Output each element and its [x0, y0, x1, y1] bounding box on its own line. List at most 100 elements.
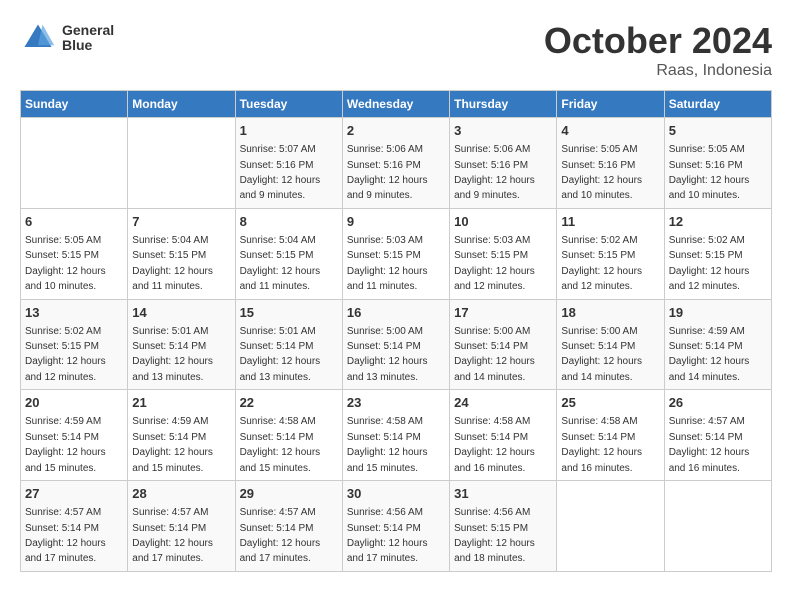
- day-number: 6: [25, 213, 123, 231]
- day-number: 10: [454, 213, 552, 231]
- header-row: SundayMondayTuesdayWednesdayThursdayFrid…: [21, 91, 772, 118]
- day-info: Sunrise: 5:02 AMSunset: 5:15 PMDaylight:…: [25, 326, 106, 383]
- day-info: Sunrise: 5:07 AMSunset: 5:16 PMDaylight:…: [240, 144, 321, 201]
- header-cell-friday: Friday: [557, 91, 664, 118]
- day-number: 18: [561, 304, 659, 322]
- header-cell-thursday: Thursday: [450, 91, 557, 118]
- day-cell: [21, 118, 128, 209]
- day-cell: 4 Sunrise: 5:05 AMSunset: 5:16 PMDayligh…: [557, 118, 664, 209]
- day-number: 2: [347, 122, 445, 140]
- day-number: 19: [669, 304, 767, 322]
- header: General Blue October 2024 Raas, Indonesi…: [20, 20, 772, 80]
- day-cell: 23 Sunrise: 4:58 AMSunset: 5:14 PMDaylig…: [342, 390, 449, 481]
- day-info: Sunrise: 4:59 AMSunset: 5:14 PMDaylight:…: [669, 326, 750, 383]
- day-number: 8: [240, 213, 338, 231]
- day-info: Sunrise: 5:01 AMSunset: 5:14 PMDaylight:…: [132, 326, 213, 383]
- day-cell: 31 Sunrise: 4:56 AMSunset: 5:15 PMDaylig…: [450, 481, 557, 572]
- day-info: Sunrise: 5:00 AMSunset: 5:14 PMDaylight:…: [561, 326, 642, 383]
- calendar-table: SundayMondayTuesdayWednesdayThursdayFrid…: [20, 90, 772, 572]
- header-cell-monday: Monday: [128, 91, 235, 118]
- logo-line2: Blue: [62, 38, 114, 53]
- day-cell: 30 Sunrise: 4:56 AMSunset: 5:14 PMDaylig…: [342, 481, 449, 572]
- day-number: 23: [347, 394, 445, 412]
- day-number: 29: [240, 485, 338, 503]
- title-area: October 2024 Raas, Indonesia: [544, 20, 772, 80]
- header-cell-tuesday: Tuesday: [235, 91, 342, 118]
- header-cell-sunday: Sunday: [21, 91, 128, 118]
- day-info: Sunrise: 5:00 AMSunset: 5:14 PMDaylight:…: [347, 326, 428, 383]
- week-row-3: 13 Sunrise: 5:02 AMSunset: 5:15 PMDaylig…: [21, 299, 772, 390]
- week-row-2: 6 Sunrise: 5:05 AMSunset: 5:15 PMDayligh…: [21, 208, 772, 299]
- day-cell: 13 Sunrise: 5:02 AMSunset: 5:15 PMDaylig…: [21, 299, 128, 390]
- day-cell: 25 Sunrise: 4:58 AMSunset: 5:14 PMDaylig…: [557, 390, 664, 481]
- day-cell: 3 Sunrise: 5:06 AMSunset: 5:16 PMDayligh…: [450, 118, 557, 209]
- day-info: Sunrise: 4:58 AMSunset: 5:14 PMDaylight:…: [240, 416, 321, 473]
- day-cell: 26 Sunrise: 4:57 AMSunset: 5:14 PMDaylig…: [664, 390, 771, 481]
- logo: General Blue: [20, 20, 114, 56]
- day-cell: 9 Sunrise: 5:03 AMSunset: 5:15 PMDayligh…: [342, 208, 449, 299]
- day-cell: [557, 481, 664, 572]
- day-info: Sunrise: 4:59 AMSunset: 5:14 PMDaylight:…: [132, 416, 213, 473]
- day-number: 15: [240, 304, 338, 322]
- day-cell: 28 Sunrise: 4:57 AMSunset: 5:14 PMDaylig…: [128, 481, 235, 572]
- logo-line1: General: [62, 23, 114, 38]
- day-info: Sunrise: 4:59 AMSunset: 5:14 PMDaylight:…: [25, 416, 106, 473]
- location-title: Raas, Indonesia: [544, 62, 772, 80]
- day-cell: 6 Sunrise: 5:05 AMSunset: 5:15 PMDayligh…: [21, 208, 128, 299]
- day-number: 11: [561, 213, 659, 231]
- day-cell: 21 Sunrise: 4:59 AMSunset: 5:14 PMDaylig…: [128, 390, 235, 481]
- day-info: Sunrise: 5:02 AMSunset: 5:15 PMDaylight:…: [561, 235, 642, 292]
- day-cell: 27 Sunrise: 4:57 AMSunset: 5:14 PMDaylig…: [21, 481, 128, 572]
- day-number: 5: [669, 122, 767, 140]
- day-info: Sunrise: 4:58 AMSunset: 5:14 PMDaylight:…: [347, 416, 428, 473]
- logo-icon: [20, 20, 56, 56]
- day-cell: [664, 481, 771, 572]
- day-number: 24: [454, 394, 552, 412]
- week-row-1: 1 Sunrise: 5:07 AMSunset: 5:16 PMDayligh…: [21, 118, 772, 209]
- day-cell: 19 Sunrise: 4:59 AMSunset: 5:14 PMDaylig…: [664, 299, 771, 390]
- day-info: Sunrise: 4:57 AMSunset: 5:14 PMDaylight:…: [669, 416, 750, 473]
- day-cell: 18 Sunrise: 5:00 AMSunset: 5:14 PMDaylig…: [557, 299, 664, 390]
- day-cell: [128, 118, 235, 209]
- day-number: 16: [347, 304, 445, 322]
- day-info: Sunrise: 4:58 AMSunset: 5:14 PMDaylight:…: [454, 416, 535, 473]
- day-info: Sunrise: 5:01 AMSunset: 5:14 PMDaylight:…: [240, 326, 321, 383]
- day-number: 14: [132, 304, 230, 322]
- day-info: Sunrise: 5:04 AMSunset: 5:15 PMDaylight:…: [132, 235, 213, 292]
- day-cell: 8 Sunrise: 5:04 AMSunset: 5:15 PMDayligh…: [235, 208, 342, 299]
- day-info: Sunrise: 5:02 AMSunset: 5:15 PMDaylight:…: [669, 235, 750, 292]
- day-number: 7: [132, 213, 230, 231]
- day-cell: 16 Sunrise: 5:00 AMSunset: 5:14 PMDaylig…: [342, 299, 449, 390]
- day-number: 28: [132, 485, 230, 503]
- day-number: 1: [240, 122, 338, 140]
- day-cell: 15 Sunrise: 5:01 AMSunset: 5:14 PMDaylig…: [235, 299, 342, 390]
- day-number: 13: [25, 304, 123, 322]
- day-info: Sunrise: 5:04 AMSunset: 5:15 PMDaylight:…: [240, 235, 321, 292]
- day-info: Sunrise: 5:03 AMSunset: 5:15 PMDaylight:…: [347, 235, 428, 292]
- day-info: Sunrise: 5:03 AMSunset: 5:15 PMDaylight:…: [454, 235, 535, 292]
- day-info: Sunrise: 5:05 AMSunset: 5:15 PMDaylight:…: [25, 235, 106, 292]
- day-cell: 29 Sunrise: 4:57 AMSunset: 5:14 PMDaylig…: [235, 481, 342, 572]
- day-info: Sunrise: 4:56 AMSunset: 5:14 PMDaylight:…: [347, 507, 428, 564]
- day-number: 27: [25, 485, 123, 503]
- day-cell: 1 Sunrise: 5:07 AMSunset: 5:16 PMDayligh…: [235, 118, 342, 209]
- day-cell: 17 Sunrise: 5:00 AMSunset: 5:14 PMDaylig…: [450, 299, 557, 390]
- calendar-body: 1 Sunrise: 5:07 AMSunset: 5:16 PMDayligh…: [21, 118, 772, 572]
- day-cell: 5 Sunrise: 5:05 AMSunset: 5:16 PMDayligh…: [664, 118, 771, 209]
- day-number: 20: [25, 394, 123, 412]
- day-cell: 20 Sunrise: 4:59 AMSunset: 5:14 PMDaylig…: [21, 390, 128, 481]
- day-info: Sunrise: 5:00 AMSunset: 5:14 PMDaylight:…: [454, 326, 535, 383]
- day-info: Sunrise: 4:56 AMSunset: 5:15 PMDaylight:…: [454, 507, 535, 564]
- day-info: Sunrise: 5:05 AMSunset: 5:16 PMDaylight:…: [669, 144, 750, 201]
- day-cell: 24 Sunrise: 4:58 AMSunset: 5:14 PMDaylig…: [450, 390, 557, 481]
- day-number: 21: [132, 394, 230, 412]
- header-cell-saturday: Saturday: [664, 91, 771, 118]
- day-number: 17: [454, 304, 552, 322]
- day-info: Sunrise: 4:58 AMSunset: 5:14 PMDaylight:…: [561, 416, 642, 473]
- day-info: Sunrise: 4:57 AMSunset: 5:14 PMDaylight:…: [240, 507, 321, 564]
- day-number: 22: [240, 394, 338, 412]
- day-number: 3: [454, 122, 552, 140]
- header-cell-wednesday: Wednesday: [342, 91, 449, 118]
- day-number: 25: [561, 394, 659, 412]
- day-info: Sunrise: 5:06 AMSunset: 5:16 PMDaylight:…: [347, 144, 428, 201]
